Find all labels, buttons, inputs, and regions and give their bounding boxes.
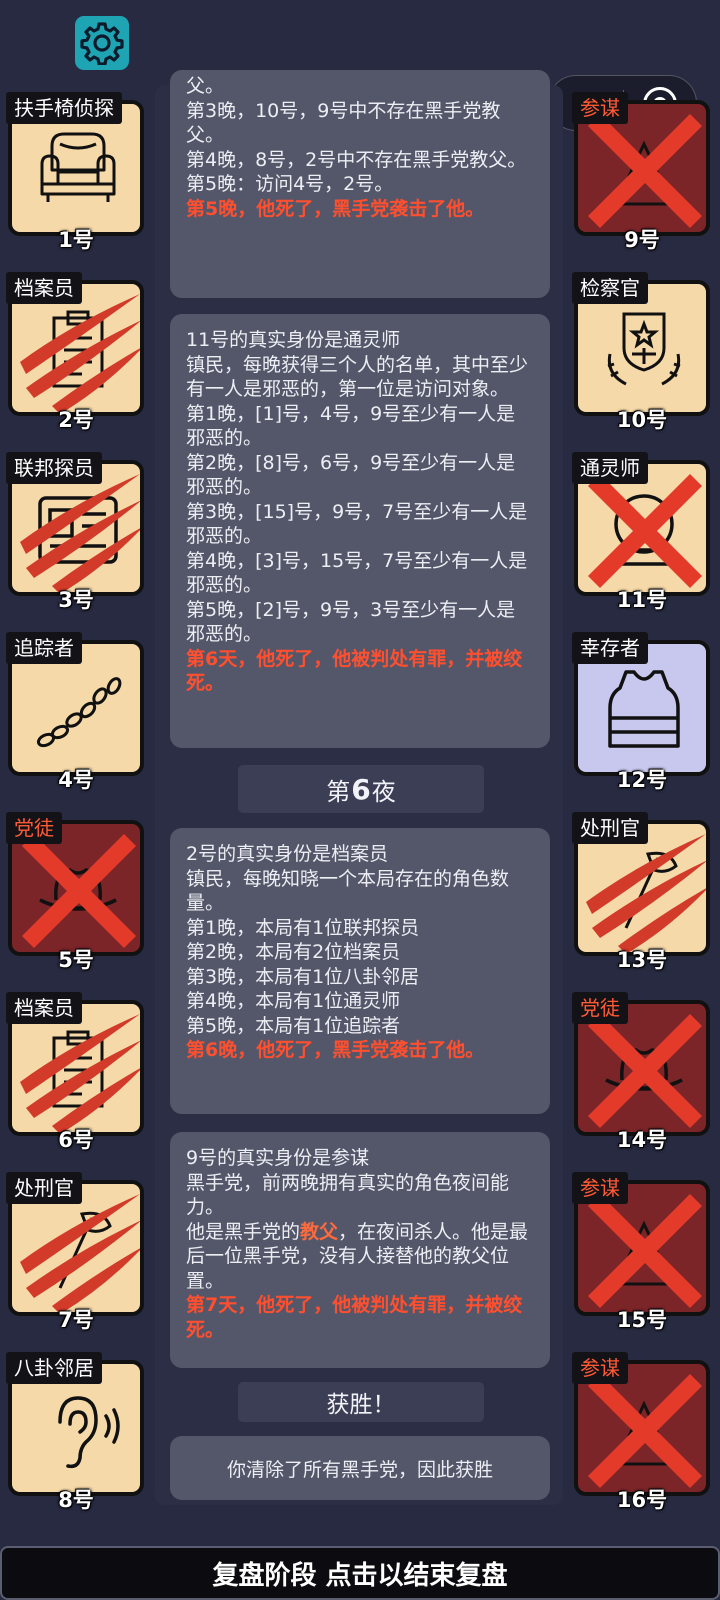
- log-entry-3: 2号的真实身份是档案员 镇民，每晚知晓一个本局存在的角色数量。 第1晚，本局有1…: [170, 828, 550, 1114]
- player-card-8[interactable]: 八卦邻居 8号: [6, 1352, 148, 1512]
- log-line: 第3晚，本局有1位八卦邻居: [186, 965, 420, 988]
- seat-number: 16号: [616, 1488, 668, 1512]
- log-death-text: 第7天，他死了，他被判处有罪，并被绞死。: [186, 1294, 523, 1341]
- seat-number: 5号: [58, 948, 94, 972]
- ear-icon: [58, 1396, 120, 1469]
- dead-cross-icon: [587, 1013, 703, 1129]
- seat-number: 10号: [616, 408, 668, 432]
- role-label: 联邦探员: [6, 452, 102, 484]
- player-card-9[interactable]: 参谋 9号: [572, 92, 714, 252]
- seat-number: 11号: [616, 588, 668, 612]
- seat-number: 2号: [58, 408, 94, 432]
- player-card-6[interactable]: 档案员 6号: [6, 992, 148, 1152]
- log-line: 第5晚，本局有1位追踪者: [186, 1014, 401, 1037]
- role-label: 党徒: [6, 812, 62, 844]
- log-entry-4: 9号的真实身份是参谋 黑手党，前两晚拥有真实的角色夜间能力。 他是黑手党的教父，…: [170, 1132, 550, 1368]
- log-line: 第4晚，本局有1位通灵师: [186, 990, 401, 1012]
- player-card-10[interactable]: 检察官 10号: [572, 272, 714, 432]
- armchair-icon: [40, 132, 116, 202]
- role-label: 档案员: [6, 992, 82, 1024]
- seat-number: 4号: [58, 768, 94, 792]
- seat-number: 15号: [616, 1308, 668, 1332]
- player-card-11[interactable]: 通灵师 11号: [572, 452, 714, 612]
- log-title: 2号的真实身份是档案员: [186, 843, 389, 865]
- player-card-2[interactable]: 档案员 2号: [6, 272, 148, 432]
- role-label: 追踪者: [6, 632, 82, 664]
- log-text: 他是黑手党的: [186, 1220, 301, 1243]
- end-review-button[interactable]: 复盘阶段 点击以结束复盘: [0, 1546, 720, 1600]
- role-label: 处刑官: [572, 812, 648, 844]
- log-title: 9号的真实身份是参谋: [186, 1147, 370, 1169]
- dead-cross-icon: [21, 833, 137, 949]
- dead-cross-icon: [587, 1193, 703, 1309]
- log-line: 第3晚，[15]号，9号，7号至少有一人是邪恶的。: [186, 500, 528, 548]
- log-line: 第2晚，[8]号，6号，9号至少有一人是邪恶的。: [186, 451, 516, 499]
- player-card-14[interactable]: 党徒 14号: [572, 992, 714, 1152]
- dead-cross-icon: [587, 473, 703, 589]
- log-line: 第5晚，[2]号，9号，3号至少有一人是邪恶的。: [186, 598, 516, 646]
- vest-icon: [608, 670, 680, 748]
- log-entry-1: 父。 第3晚，10号，9号中不存在黑手党教父。 第4晚，8号，2号中不存在黑手党…: [170, 70, 550, 298]
- log-line: 第4晚，[3]号，15号，7号至少有一人是邪恶的。: [186, 549, 528, 597]
- player-card-1[interactable]: 扶手椅侦探 1号: [6, 92, 148, 252]
- player-card-4[interactable]: 追踪者 4号: [6, 632, 148, 792]
- role-label: 处刑官: [6, 1172, 82, 1204]
- log-line: 第1晚，[1]号，4号，9号至少有一人是邪恶的。: [186, 402, 516, 450]
- victory-message: 你清除了所有黑手党，因此获胜: [170, 1436, 550, 1500]
- role-label: 通灵师: [572, 452, 648, 484]
- player-card-15[interactable]: 参谋 15号: [572, 1172, 714, 1332]
- seat-number: 6号: [58, 1128, 94, 1152]
- role-label: 档案员: [6, 272, 82, 304]
- log-line: 第1晚，本局有1位联邦探员: [186, 916, 420, 939]
- seat-number: 9号: [624, 228, 660, 252]
- victory-divider: 获胜！: [238, 1382, 484, 1422]
- log-entry-2: 11号的真实身份是通灵师 镇民，每晚获得三个人的名单，其中至少有一人是邪恶的，第…: [170, 314, 550, 748]
- player-card-16[interactable]: 参谋 16号: [572, 1352, 714, 1512]
- dead-cross-icon: [587, 1373, 703, 1489]
- log-death-text: 第6天，他死了，他被判处有罪，并被绞死。: [186, 647, 523, 695]
- justice-emblem-icon: [607, 312, 681, 386]
- player-card-5[interactable]: 党徒 5号: [6, 812, 148, 972]
- settings-button[interactable]: [75, 16, 129, 70]
- player-card-12[interactable]: 幸存者 12号: [572, 632, 714, 792]
- log-line: 第4晚，8号，2号中不存在黑手党教父。: [186, 148, 527, 171]
- log-line: 第5晚：访问4号，2号。: [186, 173, 394, 195]
- seat-number: 7号: [58, 1308, 94, 1332]
- log-line: 镇民，每晚获得三个人的名单，其中至少有一人是邪恶的，第一位是访问对象。: [186, 353, 529, 401]
- role-label: 参谋: [572, 1352, 628, 1384]
- log-line: 黑手党，前两晚拥有真实的角色夜间能力。: [186, 1171, 510, 1219]
- log-death-text: 第5晚，他死了，黑手党袭击了他。: [186, 197, 485, 220]
- role-label: 幸存者: [572, 632, 648, 664]
- seat-number: 3号: [58, 588, 94, 612]
- role-label: 八卦邻居: [6, 1352, 102, 1384]
- seat-number: 14号: [616, 1128, 668, 1152]
- log-line: 父。: [186, 75, 225, 97]
- seat-number: 13号: [616, 948, 668, 972]
- night-number: 6: [351, 772, 371, 806]
- log-title: 11号的真实身份是通灵师: [186, 329, 401, 351]
- role-label: 检察官: [572, 272, 648, 304]
- night-divider: 第 6 夜: [238, 765, 484, 813]
- night-suffix: 夜: [371, 777, 396, 806]
- dead-cross-icon: [587, 113, 703, 229]
- player-card-13[interactable]: 处刑官 13号: [572, 812, 714, 972]
- log-line: 他是黑手党的教父，在夜间杀人。他是最后一位黑手党，没有人接替他的教父位置。: [186, 1220, 534, 1294]
- role-label: 参谋: [572, 92, 628, 124]
- log-line: 镇民，每晚知晓一个本局存在的角色数量。: [186, 867, 510, 915]
- player-card-3[interactable]: 联邦探员 3号: [6, 452, 148, 612]
- footprints-icon: [36, 677, 122, 748]
- log-line: 第2晚，本局有2位档案员: [186, 941, 401, 963]
- seat-number: 1号: [58, 228, 94, 252]
- log-line: 第3晚，10号，9号中不存在黑手党教父。: [186, 99, 501, 147]
- highlight-role: 教父: [300, 1220, 339, 1243]
- role-label: 扶手椅侦探: [6, 92, 122, 124]
- player-card-7[interactable]: 处刑官 7号: [6, 1172, 148, 1332]
- log-death-text: 第6晚，他死了，黑手党袭击了他。: [186, 1039, 485, 1061]
- gear-icon: [80, 22, 124, 65]
- seat-number: 12号: [616, 768, 668, 792]
- role-label: 党徒: [572, 992, 628, 1024]
- night-prefix: 第: [326, 777, 351, 806]
- role-label: 参谋: [572, 1172, 628, 1204]
- seat-number: 8号: [58, 1488, 94, 1512]
